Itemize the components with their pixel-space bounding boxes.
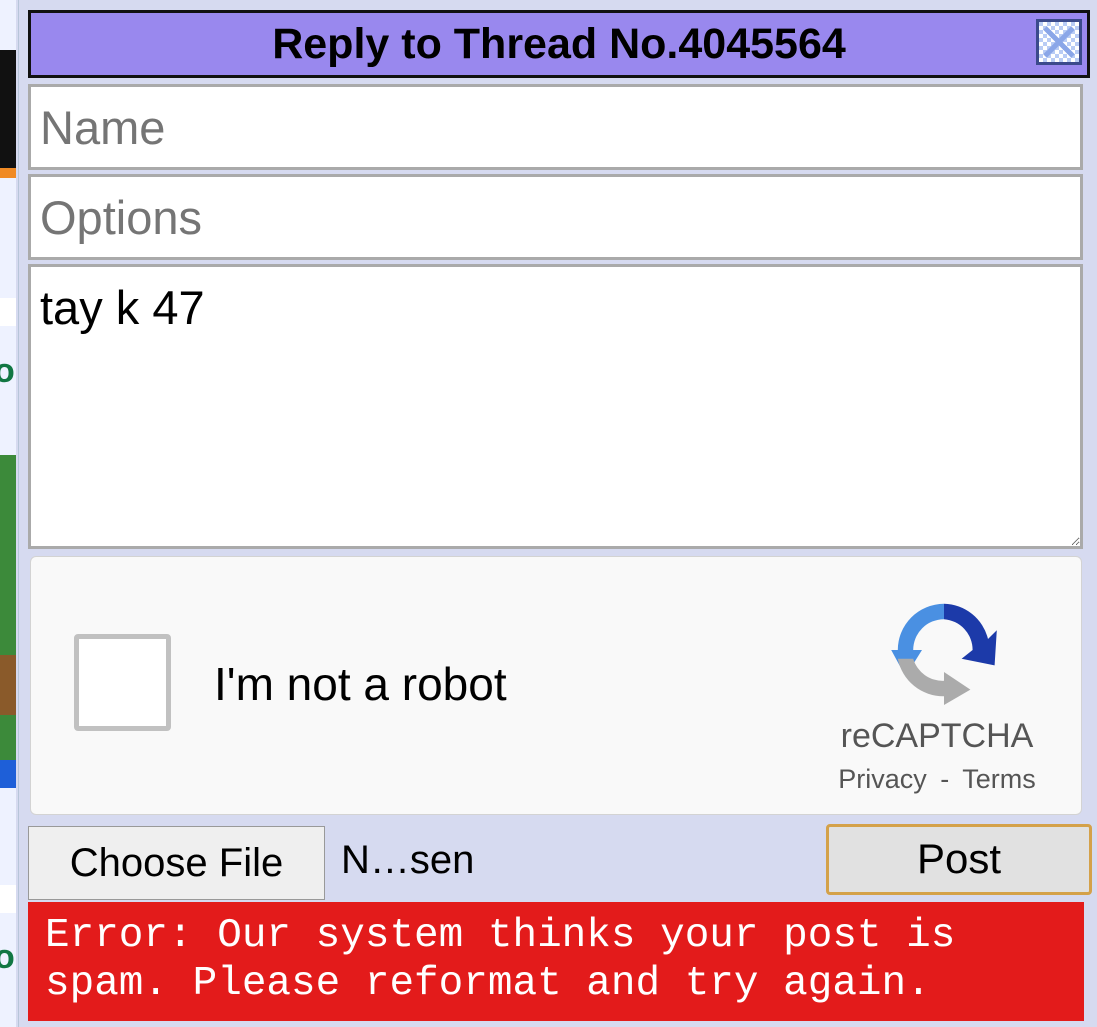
recaptcha-logo-icon [891, 603, 997, 705]
recaptcha-privacy-link[interactable]: Privacy [838, 764, 927, 794]
error-message: Error: Our system thinks your post is sp… [28, 902, 1084, 1021]
background-thumbnail-stripe [0, 168, 16, 178]
quick-reply-title: Reply to Thread No.4045564 [272, 20, 846, 68]
recaptcha-label: I'm not a robot [214, 658, 507, 710]
choose-file-button[interactable]: Choose File [28, 826, 325, 900]
recaptcha-brand: reCAPTCHA [840, 717, 1034, 755]
recaptcha-widget: I'm not a robot reCAPTCHA Privacy - Term… [30, 556, 1082, 815]
recaptcha-terms-link[interactable]: Terms [962, 764, 1036, 794]
name-input[interactable] [28, 84, 1083, 170]
recaptcha-link-separator: - [940, 764, 950, 794]
background-thread-block [0, 298, 16, 326]
background-page-strip: o o [0, 0, 16, 1027]
background-thread-block [0, 885, 16, 913]
recaptcha-checkbox[interactable] [74, 634, 171, 731]
post-button[interactable]: Post [826, 824, 1092, 895]
quick-reply-titlebar[interactable]: Reply to Thread No.4045564 [28, 10, 1090, 78]
file-name-label: N…sen [341, 838, 475, 882]
background-glyph: o [0, 352, 15, 390]
background-thumbnail [0, 50, 16, 175]
recaptcha-links: Privacy - Terms [811, 764, 1063, 795]
background-thumbnail-detail [0, 655, 16, 715]
options-input[interactable] [28, 174, 1083, 260]
background-glyph: o [0, 938, 15, 976]
quick-reply-window: Reply to Thread No.4045564 tay k 47 I'm … [18, 0, 1097, 1027]
background-thumbnail-stripe [0, 760, 16, 788]
comment-textarea[interactable]: tay k 47 [28, 264, 1083, 549]
close-icon[interactable] [1036, 19, 1082, 65]
